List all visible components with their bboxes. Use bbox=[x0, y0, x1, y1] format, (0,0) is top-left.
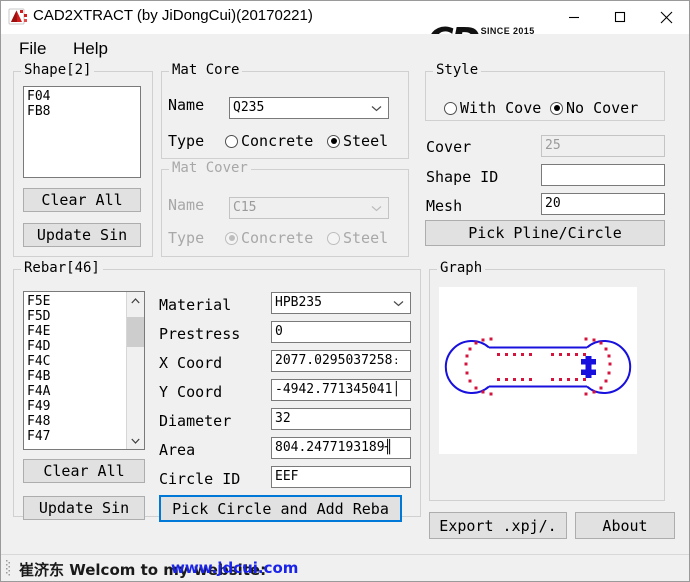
scroll-up-arrow-icon[interactable] bbox=[127, 292, 144, 309]
graph-group-legend: Graph bbox=[437, 260, 486, 276]
list-item[interactable]: F48 bbox=[27, 414, 127, 429]
mat-core-steel-radio[interactable]: Steel bbox=[327, 132, 388, 150]
list-item[interactable]: F49 bbox=[27, 399, 127, 414]
center-cross-marker bbox=[581, 356, 596, 378]
list-item[interactable]: F4B bbox=[27, 369, 127, 384]
shape-group-legend: Shape[2] bbox=[21, 62, 95, 78]
graph-canvas[interactable] bbox=[439, 287, 637, 454]
about-button[interactable]: About bbox=[575, 512, 675, 539]
rebar-prestress-label: Prestress bbox=[159, 325, 241, 343]
mesh-label: Mesh bbox=[426, 197, 463, 215]
list-item[interactable]: FB8 bbox=[27, 104, 140, 119]
rebar-y-coord-field[interactable]: -4942.771345041│ bbox=[271, 379, 411, 401]
menu-file[interactable]: File bbox=[15, 38, 50, 60]
menu-help[interactable]: Help bbox=[69, 38, 112, 60]
list-item[interactable]: F5D bbox=[27, 309, 127, 324]
pick-pline-circle-button[interactable]: Pick Pline/Circle bbox=[425, 220, 665, 246]
mat-cover-type-label: Type bbox=[168, 229, 205, 247]
mat-core-name-combo[interactable]: Q235 bbox=[229, 97, 389, 119]
mat-cover-name-value: C15 bbox=[233, 200, 257, 215]
mat-core-steel-label: Steel bbox=[343, 132, 389, 150]
section-drawing bbox=[444, 337, 632, 396]
radio-dot bbox=[225, 134, 238, 148]
chevron-down-icon bbox=[371, 98, 382, 118]
close-button[interactable] bbox=[643, 1, 689, 33]
rebar-circle-id-label: Circle ID bbox=[159, 470, 241, 488]
rebar-update-button[interactable]: Update Sin bbox=[23, 496, 145, 520]
rebar-list-scrollbar[interactable] bbox=[126, 292, 144, 449]
style-with-cover-radio[interactable]: With Cove bbox=[444, 99, 541, 117]
list-item[interactable]: F4C bbox=[27, 354, 127, 369]
list-item[interactable]: F4D bbox=[27, 339, 127, 354]
rebar-y-coord-label: Y Coord bbox=[159, 383, 223, 401]
export-xpj-button[interactable]: Export .xpj/. bbox=[429, 512, 567, 539]
radio-dot bbox=[444, 101, 457, 115]
style-no-cover-radio[interactable]: No Cover bbox=[550, 99, 638, 117]
rebar-group-legend: Rebar[46] bbox=[21, 260, 103, 276]
mat-cover-name-combo: C15 bbox=[229, 197, 389, 219]
shape-update-button[interactable]: Update Sin bbox=[23, 223, 141, 247]
minimize-button[interactable] bbox=[551, 1, 597, 33]
mat-cover-concrete-label: Concrete bbox=[241, 229, 314, 247]
list-item[interactable]: F4E bbox=[27, 324, 127, 339]
shape-id-label: Shape ID bbox=[426, 168, 499, 186]
status-website-link[interactable]: www.jdcui.com bbox=[171, 559, 298, 577]
rebar-listbox[interactable]: F5E F5D F4E F4D F4C F4B F4A F49 F48 F47 bbox=[23, 291, 145, 450]
rebar-list-items: F5E F5D F4E F4D F4C F4B F4A F49 F48 F47 bbox=[24, 292, 127, 449]
mat-core-concrete-label: Concrete bbox=[241, 132, 314, 150]
mat-core-name-label: Name bbox=[168, 96, 205, 114]
rebar-material-label: Material bbox=[159, 296, 232, 314]
mat-cover-name-label: Name bbox=[168, 196, 205, 214]
radio-dot bbox=[327, 231, 340, 245]
mat-cover-steel-label: Steel bbox=[343, 229, 389, 247]
mesh-field[interactable]: 20 bbox=[541, 193, 665, 215]
rebar-circle-id-field[interactable]: EEF bbox=[271, 466, 411, 488]
mat-cover-legend: Mat Cover bbox=[169, 160, 251, 176]
rebar-material-value: HPB235 bbox=[275, 295, 322, 310]
window-title: CAD2XTRACT (by JiDongCui)(20170221) bbox=[33, 7, 313, 24]
list-item[interactable]: F5E bbox=[27, 294, 127, 309]
application-window: CAD2XTRACT (by JiDongCui)(20170221) CD S… bbox=[0, 0, 690, 582]
shape-clear-all-button[interactable]: Clear All bbox=[23, 188, 141, 212]
pick-circle-add-rebar-button[interactable]: Pick Circle and Add Reba bbox=[159, 495, 402, 522]
radio-dot bbox=[225, 231, 238, 245]
rebar-diameter-label: Diameter bbox=[159, 412, 232, 430]
maximize-button[interactable] bbox=[597, 1, 643, 33]
rebar-area-label: Area bbox=[159, 441, 196, 459]
cad-app-icon bbox=[8, 7, 28, 27]
mat-core-concrete-radio[interactable]: Concrete bbox=[225, 132, 313, 150]
mat-core-type-label: Type bbox=[168, 132, 205, 150]
title-bar: CAD2XTRACT (by JiDongCui)(20170221) bbox=[1, 1, 689, 34]
scrollbar-thumb[interactable] bbox=[127, 317, 144, 347]
rebar-area-field[interactable]: 804.2477193189╢ bbox=[271, 437, 411, 459]
style-group-legend: Style bbox=[433, 62, 482, 78]
mat-cover-concrete-radio: Concrete bbox=[225, 229, 313, 247]
list-item[interactable]: F47 bbox=[27, 429, 127, 444]
mat-core-name-value: Q235 bbox=[233, 100, 265, 115]
cover-field: 25 bbox=[541, 135, 665, 157]
style-with-cover-label: With Cove bbox=[460, 99, 542, 117]
rebar-x-coord-label: X Coord bbox=[159, 354, 223, 372]
scroll-down-arrow-icon[interactable] bbox=[127, 432, 144, 449]
list-item[interactable]: F04 bbox=[27, 89, 140, 104]
mat-core-legend: Mat Core bbox=[169, 62, 243, 78]
chevron-down-icon bbox=[371, 198, 382, 218]
style-no-cover-label: No Cover bbox=[566, 99, 639, 117]
radio-dot bbox=[550, 101, 563, 115]
radio-dot bbox=[327, 134, 340, 148]
mat-cover-steel-radio: Steel bbox=[327, 229, 388, 247]
rebar-prestress-field[interactable]: 0 bbox=[271, 321, 411, 343]
rebar-material-combo[interactable]: HPB235 bbox=[271, 292, 411, 314]
menu-bar: File Help bbox=[1, 34, 689, 62]
list-item[interactable]: F4A bbox=[27, 384, 127, 399]
cover-label: Cover bbox=[426, 138, 472, 156]
shape-listbox[interactable]: F04 FB8 bbox=[23, 86, 141, 178]
resize-grip-icon bbox=[6, 559, 10, 577]
rebar-clear-all-button[interactable]: Clear All bbox=[23, 459, 145, 483]
status-bar: 崔济东 Welcom to my website: www.jdcui.com bbox=[1, 554, 689, 581]
chevron-down-icon bbox=[393, 293, 404, 313]
shape-id-field[interactable] bbox=[541, 164, 665, 186]
rebar-diameter-field[interactable]: 32 bbox=[271, 408, 411, 430]
rebar-x-coord-field[interactable]: 2077.0295037258։ bbox=[271, 350, 411, 372]
